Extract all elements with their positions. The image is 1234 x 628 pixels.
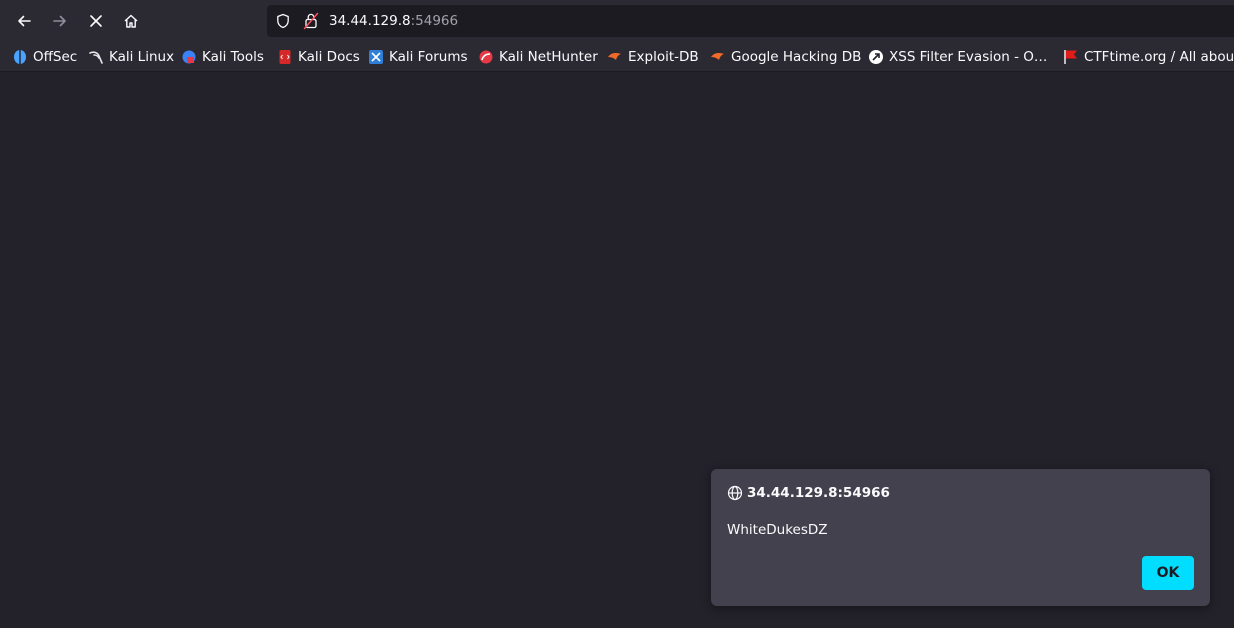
bookmark-label: XSS Filter Evasion - O… bbox=[889, 49, 1048, 65]
url-port: :54966 bbox=[410, 13, 459, 29]
ghdb-icon bbox=[711, 53, 724, 60]
home-icon bbox=[124, 14, 138, 28]
bookmark-google-hacking-db[interactable]: Google Hacking DB bbox=[710, 47, 861, 67]
globe-icon bbox=[727, 485, 743, 501]
bookmark-label: Kali NetHunter bbox=[499, 49, 598, 65]
exploit-db-icon bbox=[608, 53, 621, 60]
alert-dialog: 34.44.129.8:54966 WhiteDukesDZ OK bbox=[711, 469, 1210, 606]
kali-docs-icon bbox=[279, 50, 291, 64]
dialog-message: WhiteDukesDZ bbox=[727, 522, 828, 538]
ok-button[interactable]: OK bbox=[1142, 556, 1194, 590]
shield-icon[interactable] bbox=[275, 13, 291, 29]
nethunter-icon bbox=[479, 50, 493, 64]
insecure-lock-icon[interactable] bbox=[303, 12, 319, 30]
bookmark-xss-filter-evasion[interactable]: XSS Filter Evasion - O… bbox=[868, 47, 1047, 67]
kali-dragon-icon bbox=[89, 51, 103, 64]
bookmark-kali-docs[interactable]: Kali Docs bbox=[277, 47, 360, 67]
bookmark-kali-tools[interactable]: Kali Tools bbox=[181, 47, 264, 67]
bookmark-label: Kali Tools bbox=[202, 49, 264, 65]
bookmark-kali-linux[interactable]: Kali Linux bbox=[88, 47, 174, 67]
bookmark-label: Kali Docs bbox=[298, 49, 360, 65]
home-button[interactable] bbox=[116, 6, 146, 36]
ctftime-flag-icon bbox=[1064, 50, 1077, 64]
arrow-right-icon bbox=[53, 15, 66, 27]
url-host: 34.44.129.8 bbox=[329, 13, 411, 29]
bookmark-label: OffSec bbox=[33, 49, 78, 65]
url-bar[interactable]: 34.44.129.8:54966 bbox=[267, 5, 1234, 37]
owasp-icon bbox=[869, 50, 883, 64]
kali-tools-icon bbox=[182, 50, 196, 64]
bookmark-label: CTFtime.org / All abou… bbox=[1084, 49, 1234, 65]
close-icon bbox=[90, 15, 102, 27]
back-button[interactable] bbox=[9, 6, 39, 36]
bookmarks-toolbar: OffSec Kali Linux Kali Tools Kali Docs K… bbox=[0, 42, 1234, 72]
bookmark-label: Kali Forums bbox=[389, 49, 468, 65]
dialog-origin: 34.44.129.8:54966 bbox=[727, 485, 890, 501]
bookmark-label: Exploit-DB bbox=[628, 49, 699, 65]
bookmark-kali-nethunter[interactable]: Kali NetHunter bbox=[478, 47, 598, 67]
browser-toolbar: 34.44.129.8:54966 bbox=[0, 0, 1234, 42]
bookmark-kali-forums[interactable]: Kali Forums bbox=[368, 47, 468, 67]
offsec-icon bbox=[14, 50, 26, 64]
stop-button[interactable] bbox=[81, 6, 111, 36]
kali-forums-icon bbox=[369, 50, 383, 64]
bookmark-exploit-db[interactable]: Exploit-DB bbox=[607, 47, 699, 67]
bookmark-ctftime[interactable]: CTFtime.org / All abou… bbox=[1063, 47, 1234, 67]
bookmark-label: Kali Linux bbox=[109, 49, 175, 65]
bookmark-offsec[interactable]: OffSec bbox=[12, 47, 77, 67]
bookmark-label: Google Hacking DB bbox=[731, 49, 862, 65]
arrow-left-icon bbox=[18, 15, 31, 27]
forward-button[interactable] bbox=[45, 6, 75, 36]
dialog-origin-text: 34.44.129.8:54966 bbox=[747, 485, 890, 501]
url-text[interactable]: 34.44.129.8:54966 bbox=[329, 13, 458, 29]
